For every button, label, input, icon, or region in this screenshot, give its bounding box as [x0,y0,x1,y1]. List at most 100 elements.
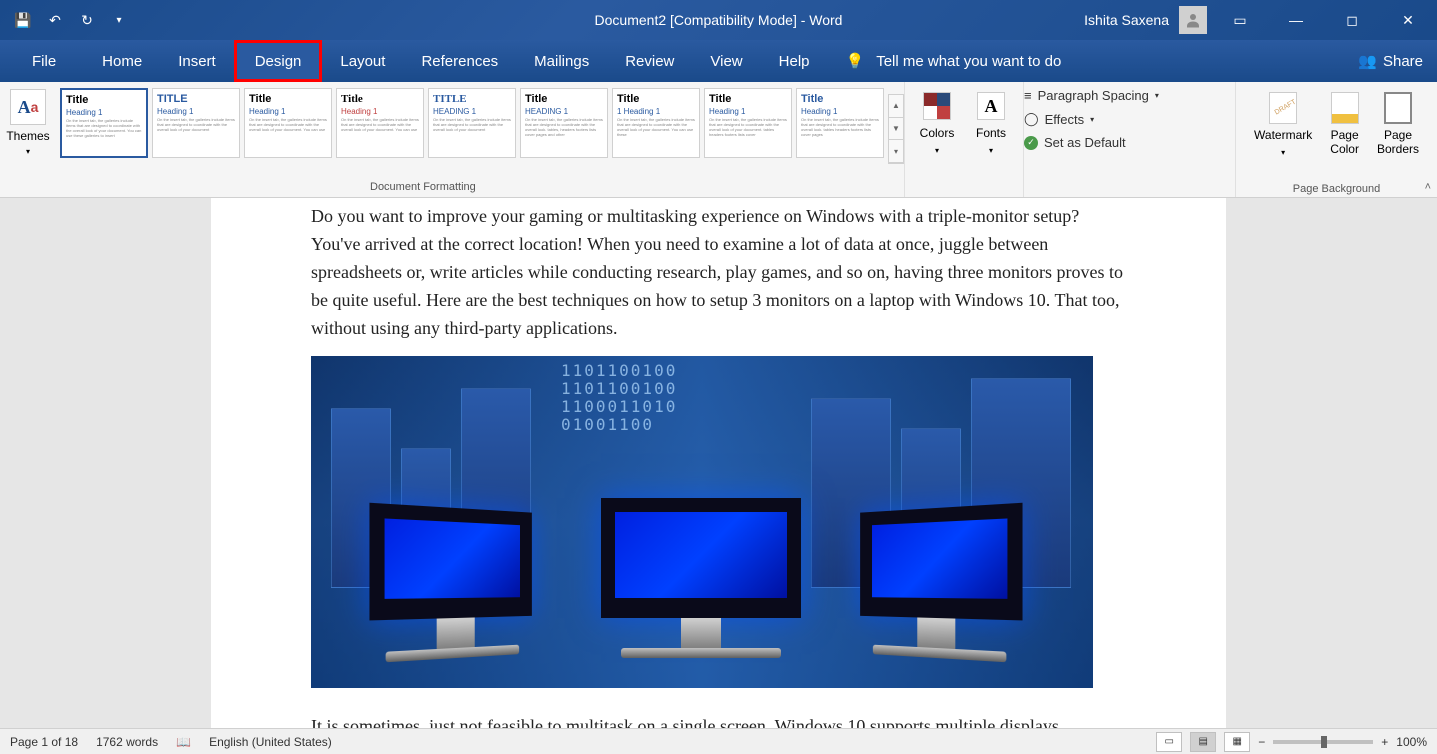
set-default-button[interactable]: ✓ Set as Default [1024,135,1159,150]
style-thumb[interactable]: TitleHEADING 1On the insert tab, the gal… [520,88,608,158]
page-bg-label: Page Background [1293,183,1380,195]
tab-layout[interactable]: Layout [322,40,403,82]
zoom-in-icon[interactable]: + [1381,735,1388,749]
close-icon[interactable]: ✕ [1385,0,1431,40]
page-borders-label: Page Borders [1377,128,1419,156]
paragraph-spacing-button[interactable]: ≡ Paragraph Spacing ▾ [1024,88,1159,103]
paragraph-spacing-label: Paragraph Spacing [1038,88,1149,103]
page-background-group: DRAFTWatermark▾ Page Color Page Borders … [1235,82,1437,197]
watermark-button[interactable]: DRAFT Watermark ▾ [1254,92,1312,160]
zoom-level[interactable]: 100% [1396,735,1427,749]
set-default-label: Set as Default [1044,135,1126,150]
user-avatar-icon[interactable] [1179,6,1207,34]
tell-me[interactable]: 💡 Tell me what you want to do [846,52,1062,70]
tab-design[interactable]: Design [234,40,323,82]
page-indicator[interactable]: Page 1 of 18 [10,735,78,749]
share-button[interactable]: 👥 Share [1358,52,1423,70]
share-label: Share [1383,53,1423,70]
tab-insert[interactable]: Insert [160,40,234,82]
redo-icon[interactable]: ↻ [78,11,96,29]
minimize-icon[interactable]: — [1273,0,1319,40]
themes-label: Themes [6,129,49,143]
style-thumb[interactable]: TITLEHeading 1On the insert tab, the gal… [152,88,240,158]
style-thumb[interactable]: TitleHeading 1On the insert tab, the gal… [60,88,148,158]
read-mode-icon[interactable]: ▭ [1156,732,1182,752]
colors-label: Colors [920,126,955,140]
fonts-icon: A [977,92,1005,120]
chevron-down-icon: ▾ [1281,146,1285,160]
style-thumb[interactable]: TitleHeading 1On the insert tab, the gal… [336,88,424,158]
scroll-down-icon[interactable]: ▼ [889,118,903,141]
customize-qat-icon[interactable]: ▾ [110,11,128,29]
tab-file[interactable]: File [14,40,84,82]
chevron-down-icon: ▾ [989,146,993,155]
titlebar: 💾 ↶ ↻ ▾ Document2 [Compatibility Mode] -… [0,0,1437,40]
document-area[interactable]: Do you want to improve your gaming or mu… [0,198,1437,728]
user-name: Ishita Saxena [1084,12,1169,28]
tab-view[interactable]: View [692,40,760,82]
proofing-icon[interactable]: 📖 [176,735,191,749]
document-image[interactable]: 11011001001101100100110001101001001100 [311,356,1093,688]
chevron-down-icon: ▾ [935,146,939,155]
tab-review[interactable]: Review [607,40,692,82]
spacing-icon: ≡ [1024,88,1032,103]
chevron-down-icon: ▾ [26,147,30,156]
binary-overlay: 11011001001101100100110001101001001100 [561,362,677,434]
style-thumb[interactable]: TitleHeading 1On the insert tab, the gal… [244,88,332,158]
web-layout-icon[interactable]: ▦ [1224,732,1250,752]
page-color-icon [1331,92,1359,124]
page-borders-icon [1384,92,1412,124]
tab-help[interactable]: Help [761,40,828,82]
status-bar: Page 1 of 18 1762 words 📖 English (Unite… [0,728,1437,754]
zoom-out-icon[interactable]: − [1258,735,1265,749]
word-count[interactable]: 1762 words [96,735,158,749]
document-formatting-gallery: TitleHeading 1On the insert tab, the gal… [56,82,904,166]
tab-mailings[interactable]: Mailings [516,40,607,82]
gallery-scroll[interactable]: ▲▼▾ [888,94,904,164]
watermark-icon: DRAFT [1269,92,1297,124]
gallery-expand-icon[interactable]: ▾ [889,140,903,163]
formatting-options: ≡ Paragraph Spacing ▾ ◯ Effects ▾ ✓ Set as De… [1024,82,1169,197]
page-color-button[interactable]: Page Color [1330,92,1359,160]
save-icon[interactable]: 💾 [14,11,32,29]
colors-icon [923,92,951,120]
themes-button[interactable]: Aa Themes ▾ [8,86,48,156]
style-thumb[interactable]: Title1 Heading 1On the insert tab, the g… [612,88,700,158]
zoom-slider[interactable] [1273,740,1373,744]
page: Do you want to improve your gaming or mu… [211,198,1226,728]
quick-access-toolbar: 💾 ↶ ↻ ▾ [0,11,128,29]
colors-button[interactable]: Colors ▾ [913,92,961,162]
undo-icon[interactable]: ↶ [46,11,64,29]
print-layout-icon[interactable]: ▤ [1190,732,1216,752]
effects-button[interactable]: ◯ Effects ▾ [1024,111,1159,127]
check-icon: ✓ [1024,136,1038,150]
style-thumb[interactable]: TitleHeading 1On the insert tab, the gal… [796,88,884,158]
language-indicator[interactable]: English (United States) [209,735,332,749]
collapse-ribbon-icon[interactable]: ˄ [1425,181,1431,193]
tell-me-label: Tell me what you want to do [876,53,1061,70]
style-thumb[interactable]: TITLEHEADING 1On the insert tab, the gal… [428,88,516,158]
doc-formatting-label: Document Formatting [370,181,476,193]
paragraph[interactable]: It is sometimes, just not feasible to mu… [311,712,1126,728]
style-thumb[interactable]: TitleHeading 1On the insert tab, the gal… [704,88,792,158]
ribbon: Aa Themes ▾ TitleHeading 1On the insert … [0,82,1437,198]
themes-icon: Aa [10,89,46,125]
effects-icon: ◯ [1024,111,1039,127]
fonts-button[interactable]: A Fonts ▾ [967,92,1015,162]
effects-label: Effects [1045,112,1085,127]
themes-group: Aa Themes ▾ [0,82,56,197]
page-borders-button[interactable]: Page Borders [1377,92,1419,160]
paragraph[interactable]: Do you want to improve your gaming or mu… [311,202,1126,342]
scroll-up-icon[interactable]: ▲ [889,95,903,118]
tab-references[interactable]: References [403,40,516,82]
chevron-down-icon: ▾ [1155,91,1159,100]
watermark-label: Watermark [1254,128,1312,142]
lightbulb-icon: 💡 [846,52,865,70]
fonts-label: Fonts [976,126,1006,140]
maximize-icon[interactable]: ◻ [1329,0,1375,40]
colors-fonts-group: Colors ▾ A Fonts ▾ [904,82,1024,197]
chevron-down-icon: ▾ [1090,115,1094,124]
page-color-label: Page Color [1330,128,1359,156]
ribbon-display-icon[interactable]: ▭ [1217,0,1263,40]
tab-home[interactable]: Home [84,40,160,82]
